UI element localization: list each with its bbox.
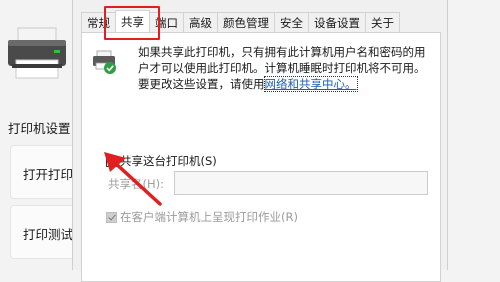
render-jobs-option[interactable]: 在客户端计算机上呈现打印作业(R) <box>106 209 298 225</box>
tab-device-settings[interactable]: 设备设置 <box>308 12 366 32</box>
card-label: 打印测试 <box>23 227 74 242</box>
section-title: 打印机设置 <box>8 121 71 136</box>
sharing-info-text: 如果共享此打印机，只有拥有此计算机用户名和密码的用户才可以使用此打印机。计算机睡… <box>138 44 434 92</box>
printer-icon <box>8 27 66 79</box>
tab-security[interactable]: 安全 <box>274 12 309 32</box>
shared-printer-icon <box>93 50 116 74</box>
render-jobs-checkbox[interactable] <box>106 211 117 223</box>
card-label: 打开打印 <box>23 167 74 182</box>
tab-advanced[interactable]: 高级 <box>183 12 218 32</box>
tab-about[interactable]: 关于 <box>365 12 400 32</box>
tab-color-management[interactable]: 颜色管理 <box>217 12 275 32</box>
red-arrow-icon <box>104 152 162 206</box>
tab-sharing[interactable]: 共享 <box>115 10 150 32</box>
tab-strip: 常规 共享 端口 高级 颜色管理 安全 设备设置 关于 <box>81 10 400 32</box>
render-jobs-label[interactable]: 在客户端计算机上呈现打印作业(R) <box>120 209 298 225</box>
network-sharing-center-link[interactable]: 网络和共享中心。 <box>263 76 358 92</box>
printer-properties-dialog: 常规 共享 端口 高级 颜色管理 安全 设备设置 关于 如果共享此打印机，只有拥… <box>72 0 448 282</box>
share-name-input[interactable] <box>174 171 428 195</box>
